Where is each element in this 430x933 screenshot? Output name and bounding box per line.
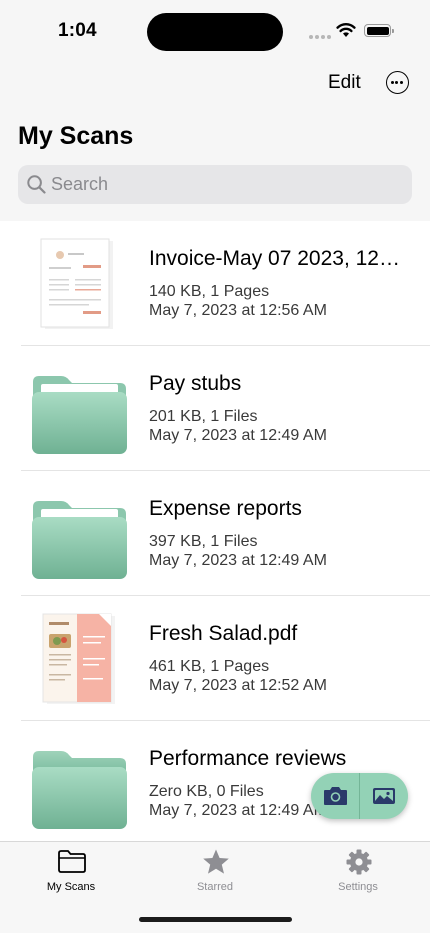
tab-label: My Scans [46,881,96,893]
item-title: Pay stubs [149,372,242,395]
tab-starred[interactable]: Starred [160,842,270,902]
wifi-icon [336,23,356,37]
more-options-icon[interactable] [386,71,409,94]
dynamic-island [147,13,283,51]
cellular-icon [309,35,333,41]
scan-action-buttons [311,773,408,819]
tab-label: Starred [196,881,234,893]
item-title: Invoice-May 07 2023, 12:56 AM [149,247,404,270]
camera-button[interactable] [311,773,359,819]
search-placeholder: Search [51,174,109,194]
item-title: Performance reviews [149,747,347,770]
star-icon [203,849,229,874]
search-input[interactable]: Search [18,165,412,204]
list-item-pay-stubs[interactable]: Pay stubs 201 KB, 1 Files May 7, 2023 at… [0,346,430,471]
battery-icon [364,24,394,37]
document-thumbnail [40,238,113,329]
page-title: My Scans [18,122,134,150]
document-thumbnail [42,613,115,704]
item-date: May 7, 2023 at 12:49 AM [149,552,327,569]
tab-settings[interactable]: Settings [303,842,413,902]
item-size: 140 KB, 1 Pages [149,283,270,300]
photo-icon [373,788,395,804]
gallery-button[interactable] [360,773,408,819]
search-icon [27,175,46,194]
status-time: 1:04 [58,20,97,41]
item-date: May 7, 2023 at 12:52 AM [149,677,327,694]
item-date: May 7, 2023 at 12:49 AM [149,427,327,444]
item-date: May 7, 2023 at 12:49 AM [149,802,327,819]
folder-icon [58,850,86,873]
list-item-invoice[interactable]: Invoice-May 07 2023, 12:56 AM 140 KB, 1 … [0,221,430,346]
folder-icon [32,376,127,454]
status-bar: 1:04 [0,0,430,60]
item-size: 397 KB, 1 Files [149,533,258,550]
item-size: 201 KB, 1 Files [149,408,258,425]
item-size: 461 KB, 1 Pages [149,658,270,675]
camera-icon [324,787,347,805]
folder-icon [32,751,127,829]
tab-my-scans[interactable]: My Scans [16,842,126,902]
gear-icon [346,849,372,875]
folder-icon [32,501,127,579]
list-item-expense-reports[interactable]: Expense reports 397 KB, 1 Files May 7, 2… [0,471,430,596]
edit-button[interactable]: Edit [328,72,361,94]
item-size: Zero KB, 0 Files [149,783,264,800]
home-indicator [139,917,292,922]
tab-label: Settings [338,881,378,893]
item-title: Expense reports [149,497,302,520]
item-date: May 7, 2023 at 12:56 AM [149,302,327,319]
list-item-fresh-salad[interactable]: Fresh Salad.pdf 461 KB, 1 Pages May 7, 2… [0,596,430,721]
item-title: Fresh Salad.pdf [149,622,298,645]
